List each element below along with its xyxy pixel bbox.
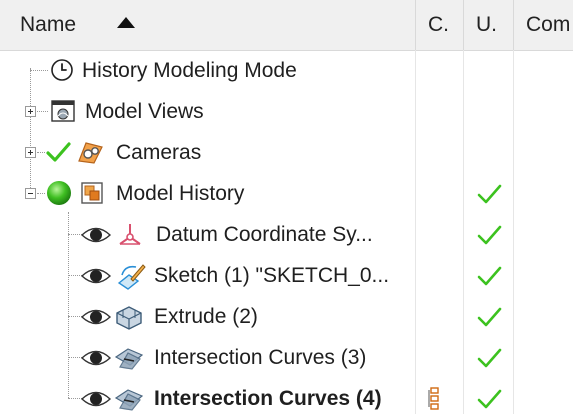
tree-line xyxy=(30,70,48,71)
visibility-eye-icon[interactable] xyxy=(80,306,112,328)
column-header-comment-label: Com xyxy=(526,13,571,36)
collapse-minus-icon[interactable] xyxy=(25,188,36,199)
tree-row-label: Model Views xyxy=(85,100,204,123)
green-check-icon xyxy=(46,142,71,162)
current-feature-icon xyxy=(428,387,439,410)
extrude-icon xyxy=(116,306,142,330)
tree-row-label: History Modeling Mode xyxy=(82,59,297,82)
column-header-c[interactable]: C. xyxy=(415,0,463,50)
tree-row-label: Extrude (2) xyxy=(154,305,258,328)
up-to-date-check-icon xyxy=(477,184,502,204)
model-views-icon xyxy=(51,100,75,122)
tree-row-datum-coordinate-system[interactable]: Datum Coordinate Sy... xyxy=(0,214,573,255)
clock-icon xyxy=(51,59,73,81)
sketch-icon xyxy=(117,264,146,290)
tree-row-label: Datum Coordinate Sy... xyxy=(156,223,373,246)
tree-row-cameras[interactable]: Cameras xyxy=(0,132,573,173)
visibility-eye-icon[interactable] xyxy=(80,265,112,287)
column-header-u-label: U. xyxy=(476,13,497,36)
column-header-bar: Name C. U. Com xyxy=(0,0,573,51)
sort-ascending-icon[interactable] xyxy=(117,17,135,28)
tree-row-sketch-1[interactable]: Sketch (1) "SKETCH_0... xyxy=(0,255,573,296)
column-header-name-label: Name xyxy=(20,13,77,36)
tree-line xyxy=(37,193,45,194)
tree-row-model-history[interactable]: Model History xyxy=(0,173,573,214)
column-header-comment[interactable]: Com xyxy=(513,0,573,50)
tree-row-label: Model History xyxy=(116,182,245,205)
tree-row-label: Intersection Curves (4) xyxy=(154,387,382,410)
up-to-date-check-icon xyxy=(477,348,502,368)
model-history-icon xyxy=(81,182,103,204)
intersection-curves-icon xyxy=(114,389,144,411)
tree-line xyxy=(37,111,48,112)
up-to-date-check-icon xyxy=(477,389,502,409)
up-to-date-check-icon xyxy=(477,307,502,327)
expand-plus-icon[interactable] xyxy=(25,147,36,158)
visibility-eye-icon[interactable] xyxy=(80,388,112,410)
camera-icon xyxy=(78,142,103,164)
tree-row-intersection-curves-4[interactable]: Intersection Curves (4) xyxy=(0,378,573,419)
intersection-curves-icon xyxy=(114,348,144,370)
tree-line xyxy=(37,152,45,153)
tree-row-label: Sketch (1) "SKETCH_0... xyxy=(154,264,390,287)
tree-row-label: Cameras xyxy=(116,141,202,164)
tree-row-intersection-curves-3[interactable]: Intersection Curves (3) xyxy=(0,337,573,378)
tree-row-label: Intersection Curves (3) xyxy=(154,346,367,369)
datum-csys-icon xyxy=(119,224,141,245)
expand-plus-icon[interactable] xyxy=(25,106,36,117)
tree-row-extrude-2[interactable]: Extrude (2) xyxy=(0,296,573,337)
green-dot-icon xyxy=(47,181,71,205)
tree-row-model-views[interactable]: Model Views xyxy=(0,91,573,132)
tree-row-history-modeling-mode[interactable]: History Modeling Mode xyxy=(0,50,573,91)
up-to-date-check-icon xyxy=(477,225,502,245)
column-header-u[interactable]: U. xyxy=(463,0,513,50)
visibility-eye-icon[interactable] xyxy=(80,347,112,369)
part-navigator: Name C. U. Com History Modeling Mode Mod… xyxy=(0,0,573,414)
up-to-date-check-icon xyxy=(477,266,502,286)
column-header-name[interactable]: Name xyxy=(0,0,415,50)
visibility-eye-icon[interactable] xyxy=(80,224,112,246)
column-header-c-label: C. xyxy=(428,13,449,36)
